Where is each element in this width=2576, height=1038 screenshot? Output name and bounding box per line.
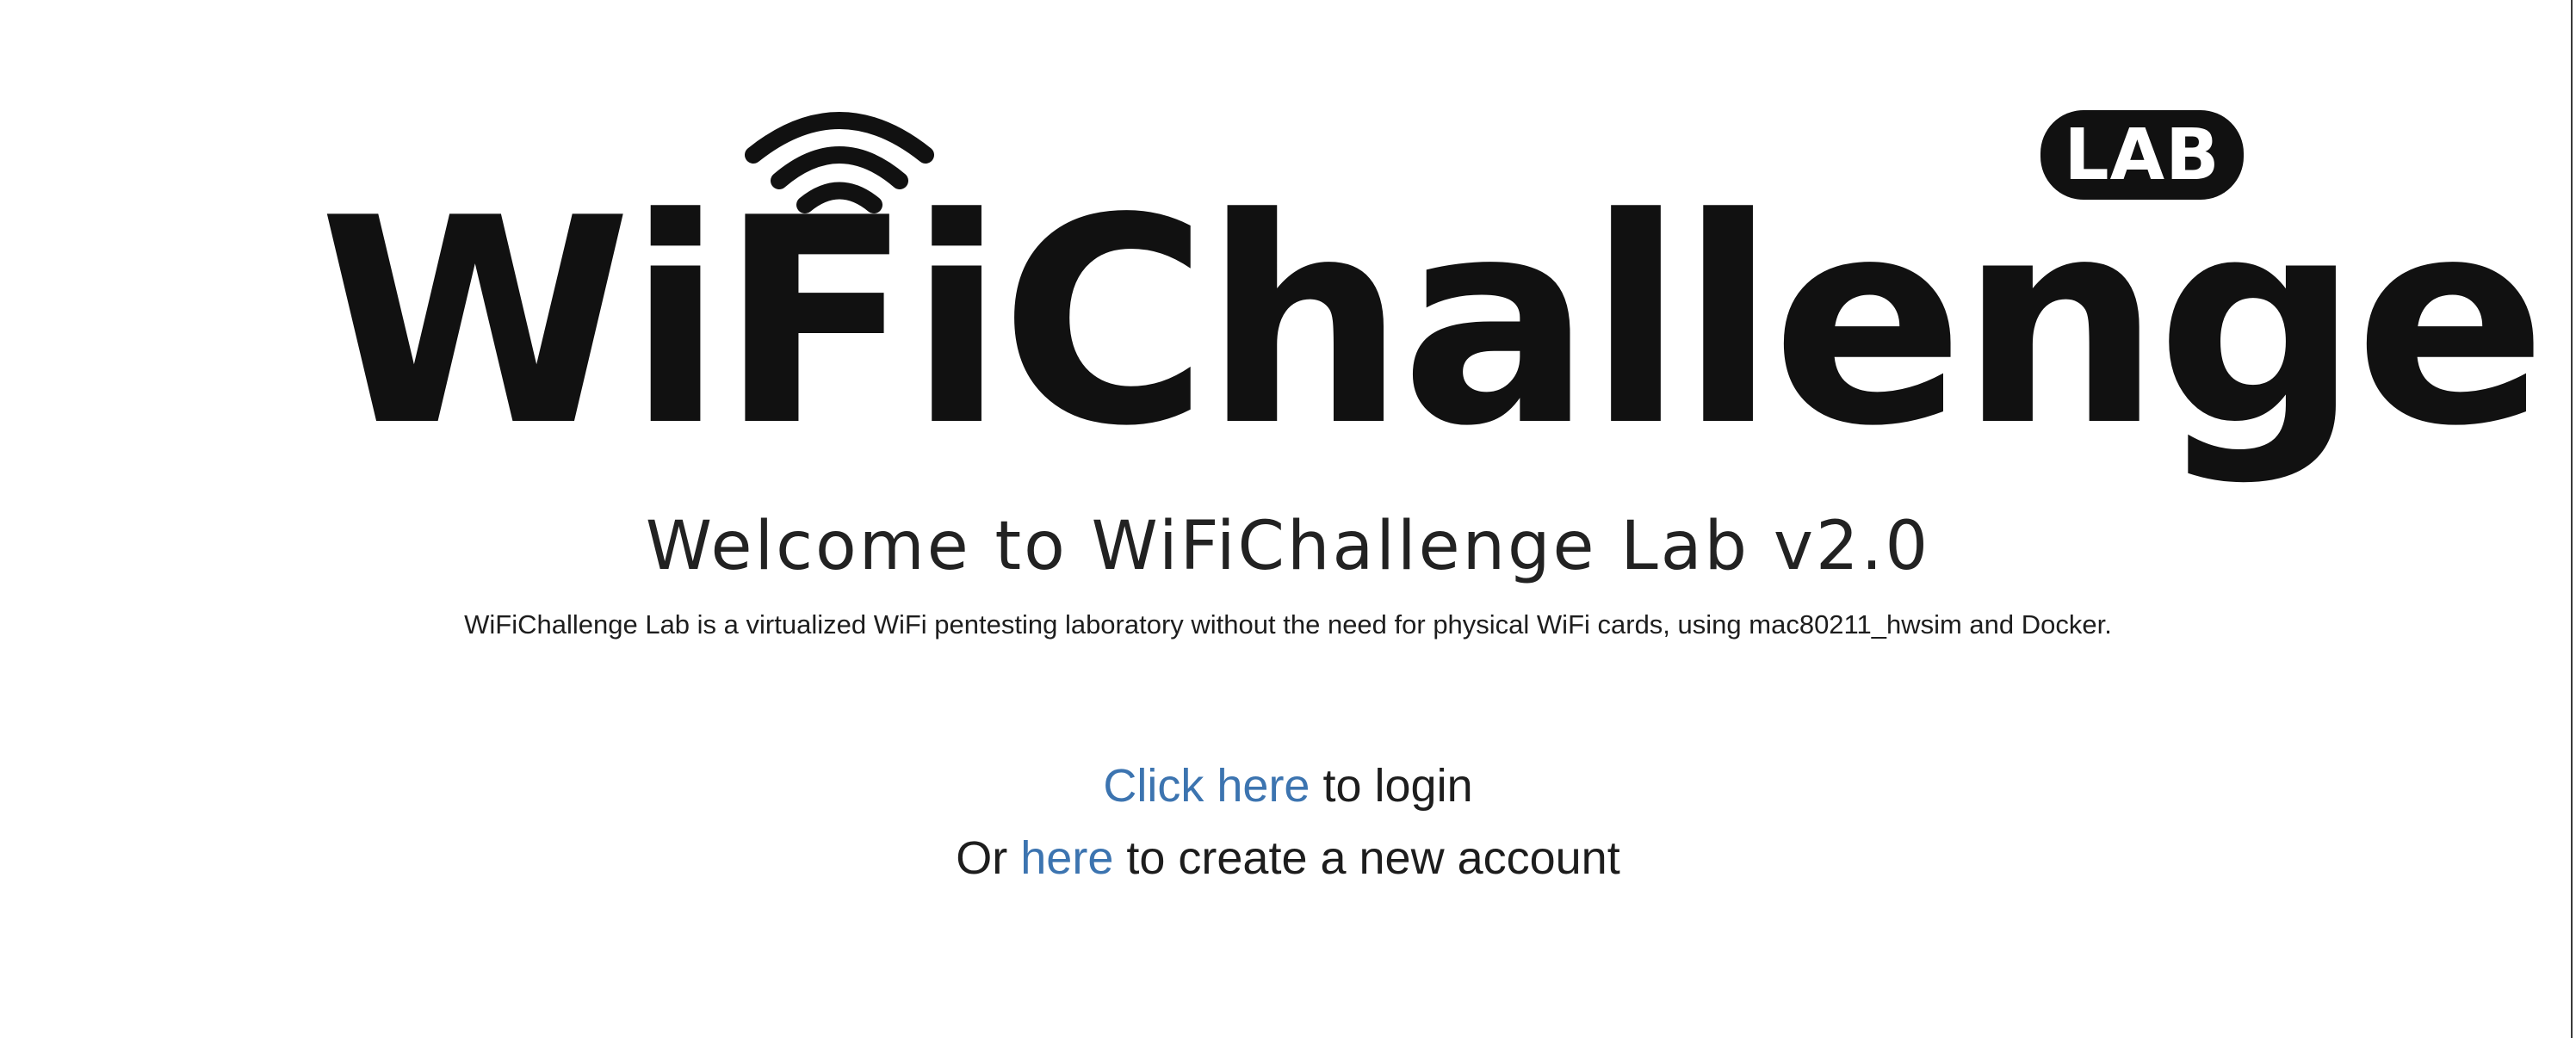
- signup-suffix: to create a new account: [1113, 832, 1620, 884]
- login-link[interactable]: Click here: [1103, 760, 1310, 812]
- create-account-link[interactable]: here: [1020, 832, 1113, 884]
- wifichallenge-logo: WiFiChallenge LAB: [319, 103, 2547, 491]
- login-suffix: to login: [1310, 760, 1473, 812]
- signup-line: Or here to create a new account: [0, 831, 2576, 885]
- lab-badge: LAB: [2040, 110, 2244, 200]
- logo-wordmark: WiFiChallenge: [319, 158, 2547, 488]
- window-edge: [2571, 0, 2573, 1038]
- page: WiFiChallenge LAB Welcome to WiFiChallen…: [0, 0, 2576, 1038]
- lab-description: WiFiChallenge Lab is a virtualized WiFi …: [464, 609, 2112, 639]
- login-line: Click here to login: [0, 759, 2576, 812]
- signup-prefix: Or: [956, 832, 1021, 884]
- welcome-title: Welcome to WiFiChallenge Lab v2.0: [645, 508, 1931, 585]
